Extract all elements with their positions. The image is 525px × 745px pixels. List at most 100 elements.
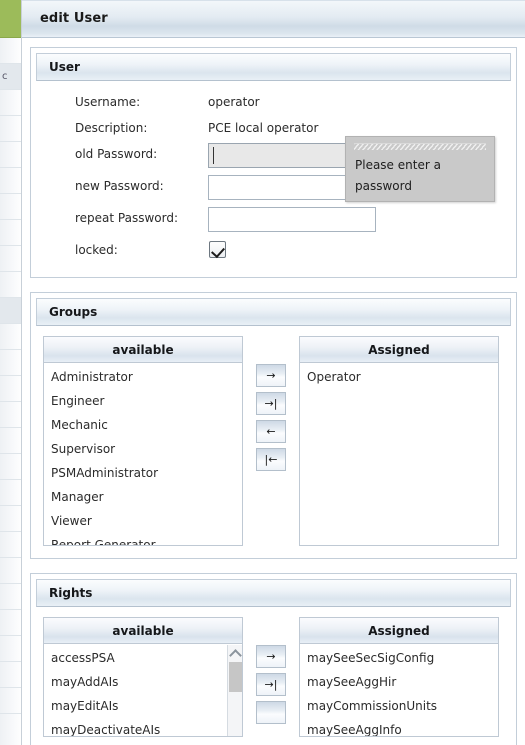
sidebar-row[interactable] xyxy=(0,558,21,584)
repeat-password-input[interactable] xyxy=(208,207,376,232)
rights-transfer-buttons: → →| xyxy=(243,617,299,729)
sidebar-row[interactable] xyxy=(0,220,21,246)
groups-available-listbox[interactable]: available Administrator Engineer Mechani… xyxy=(43,336,243,546)
sidebar-row[interactable] xyxy=(0,90,21,116)
sidebar-row[interactable] xyxy=(0,688,21,714)
list-item[interactable]: PSMAdministrator xyxy=(44,461,242,485)
list-item[interactable]: Report Generator xyxy=(44,533,242,545)
groups-assigned-header: Assigned xyxy=(300,337,498,363)
sidebar-row[interactable] xyxy=(0,532,21,558)
list-item[interactable]: Mechanic xyxy=(44,413,242,437)
sidebar-row[interactable] xyxy=(0,272,21,298)
page-header: edit User xyxy=(22,0,525,38)
edit-user-page: c edit User User Username: operator Desc… xyxy=(0,0,525,745)
rights-panel-body: available accessPSA mayAddAIs mayEditAIs… xyxy=(31,607,516,745)
rights-assigned-items: maySeeSecSigConfig maySeeAggHir mayCommi… xyxy=(300,644,498,736)
list-item[interactable]: Engineer xyxy=(44,389,242,413)
sidebar-row-list[interactable]: c xyxy=(0,38,21,745)
sidebar-row[interactable] xyxy=(0,584,21,610)
sidebar-row[interactable] xyxy=(0,194,21,220)
rights-dual-list: available accessPSA mayAddAIs mayEditAIs… xyxy=(43,617,504,737)
user-panel-title: User xyxy=(49,60,80,74)
rights-panel: Rights available accessPSA mayAddAIs may… xyxy=(30,573,517,745)
groups-move-all-left-button[interactable]: |← xyxy=(256,448,286,471)
groups-transfer-buttons: → →| ← |← xyxy=(243,336,299,476)
sidebar-row[interactable] xyxy=(0,506,21,532)
groups-panel-body: available Administrator Engineer Mechani… xyxy=(31,326,516,558)
rights-panel-header: Rights xyxy=(36,579,511,607)
tooltip-message: Please enter a password xyxy=(355,158,441,193)
repeat-password-label: repeat Password: xyxy=(75,211,179,225)
groups-panel-header: Groups xyxy=(36,298,511,326)
groups-move-right-button[interactable]: → xyxy=(256,364,286,387)
page-title: edit User xyxy=(40,11,108,26)
list-item[interactable]: Viewer xyxy=(44,509,242,533)
list-item[interactable]: accessPSA xyxy=(44,646,242,670)
sidebar-row[interactable] xyxy=(0,376,21,402)
text-caret xyxy=(213,147,214,164)
groups-available-header: available xyxy=(44,337,242,363)
list-item[interactable]: mayCommissionUnits xyxy=(300,694,498,718)
rights-available-items: accessPSA mayAddAIs mayEditAIs mayDeacti… xyxy=(44,644,242,736)
username-value: operator xyxy=(208,95,260,109)
list-item[interactable]: maySeeSecSigConfig xyxy=(300,646,498,670)
sidebar-row[interactable] xyxy=(0,662,21,688)
groups-available-items: Administrator Engineer Mechanic Supervis… xyxy=(44,363,242,545)
password-tooltip: Please enter a password xyxy=(345,136,495,202)
sidebar-row[interactable] xyxy=(0,610,21,636)
groups-assigned-listbox[interactable]: Assigned Operator xyxy=(299,336,499,546)
rights-available-header: available xyxy=(44,618,242,644)
rights-move-left-button[interactable] xyxy=(256,701,286,724)
rights-assigned-header: Assigned xyxy=(300,618,498,644)
rights-move-right-button[interactable]: → xyxy=(256,645,286,668)
list-item[interactable]: Supervisor xyxy=(44,437,242,461)
rights-move-all-right-button[interactable]: →| xyxy=(256,673,286,696)
username-label: Username: xyxy=(75,95,141,109)
sidebar-fragment: c xyxy=(0,0,22,745)
tooltip-grip-icon xyxy=(354,143,486,150)
scroll-up-arrow-icon[interactable] xyxy=(228,645,242,660)
username-row: Username: operator xyxy=(43,91,504,116)
sidebar-row[interactable] xyxy=(0,636,21,662)
groups-move-left-button[interactable]: ← xyxy=(256,420,286,443)
locked-checkbox[interactable] xyxy=(209,241,226,258)
new-password-label: new Password: xyxy=(75,179,164,193)
sidebar-row[interactable] xyxy=(0,324,21,350)
sidebar-row[interactable] xyxy=(0,298,21,324)
list-item[interactable]: mayEditAIs xyxy=(44,694,242,718)
rights-panel-title: Rights xyxy=(49,586,93,600)
groups-panel: Groups available Administrator Engineer … xyxy=(30,292,517,559)
sidebar-row[interactable] xyxy=(0,454,21,480)
list-item[interactable]: Administrator xyxy=(44,365,242,389)
sidebar-row[interactable] xyxy=(0,428,21,454)
groups-dual-list: available Administrator Engineer Mechani… xyxy=(43,336,504,546)
sidebar-row[interactable] xyxy=(0,246,21,272)
groups-assigned-items: Operator xyxy=(300,363,498,389)
sidebar-row[interactable] xyxy=(0,142,21,168)
list-item[interactable]: mayDeactivateAIs xyxy=(44,718,242,736)
sidebar-row[interactable] xyxy=(0,116,21,142)
sidebar-row[interactable] xyxy=(0,38,21,64)
groups-panel-title: Groups xyxy=(49,305,98,319)
list-item[interactable]: Operator xyxy=(300,365,498,389)
groups-move-all-right-button[interactable]: →| xyxy=(256,392,286,415)
rights-available-scrollbar[interactable] xyxy=(227,645,242,736)
sidebar-row[interactable]: c xyxy=(0,64,21,90)
old-password-label: old Password: xyxy=(75,147,158,161)
list-item[interactable]: maySeeAggHir xyxy=(300,670,498,694)
list-item[interactable]: mayAddAIs xyxy=(44,670,242,694)
sidebar-row[interactable] xyxy=(0,402,21,428)
scrollbar-thumb[interactable] xyxy=(229,662,242,692)
description-value: PCE local operator xyxy=(208,121,319,135)
repeat-password-row: repeat Password: xyxy=(43,207,504,238)
sidebar-row[interactable] xyxy=(0,168,21,194)
rights-available-listbox[interactable]: available accessPSA mayAddAIs mayEditAIs… xyxy=(43,617,243,737)
locked-row: locked: xyxy=(43,239,504,264)
header-underline xyxy=(22,39,525,47)
list-item[interactable]: Manager xyxy=(44,485,242,509)
sidebar-row[interactable] xyxy=(0,350,21,376)
locked-label: locked: xyxy=(75,243,118,257)
list-item[interactable]: maySeeAggInfo xyxy=(300,718,498,736)
rights-assigned-listbox[interactable]: Assigned maySeeSecSigConfig maySeeAggHir… xyxy=(299,617,499,737)
sidebar-row[interactable] xyxy=(0,480,21,506)
